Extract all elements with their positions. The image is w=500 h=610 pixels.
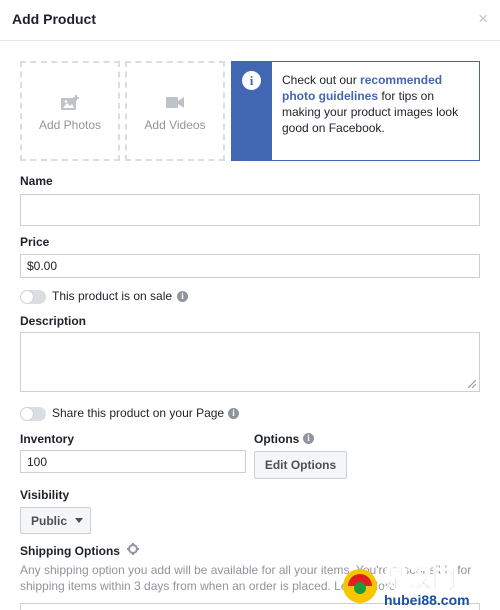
add-videos-label: Add Videos	[144, 118, 206, 132]
gear-icon[interactable]	[127, 543, 139, 555]
photo-tips-panel: i Check out our recommended photo guidel…	[231, 61, 480, 161]
video-camera-icon	[127, 95, 223, 113]
price-input[interactable]: $0.00	[20, 254, 480, 278]
chevron-down-icon	[75, 518, 84, 523]
shipping-label: Shipping Options	[20, 544, 120, 558]
close-icon[interactable]: ×	[478, 10, 488, 27]
share-on-page-label: Share this product on your Page	[52, 406, 225, 420]
site-watermark-logo: 楚汉网 hubei88.com	[340, 560, 500, 610]
sale-info-icon[interactable]: i	[177, 291, 188, 302]
visibility-label: Visibility	[20, 488, 70, 502]
name-input[interactable]	[20, 194, 480, 226]
tip-text: Check out our recommended photo guidelin…	[282, 72, 472, 136]
edit-options-button[interactable]: Edit Options	[254, 451, 347, 479]
add-videos-button[interactable]: Add Videos	[125, 61, 225, 161]
add-photos-button[interactable]: Add Photos	[20, 61, 120, 161]
description-label: Description	[20, 314, 87, 328]
on-sale-label: This product is on sale	[52, 289, 173, 303]
share-on-page-toggle[interactable]	[20, 407, 46, 421]
inventory-input[interactable]: 100	[20, 450, 246, 473]
tip-prefix: Check out our	[282, 73, 361, 87]
resize-handle-icon[interactable]	[468, 380, 476, 388]
tip-sidebar: i	[232, 62, 272, 160]
description-textarea[interactable]	[20, 332, 480, 392]
watermark-subtext: hubei88.com	[384, 592, 470, 608]
price-label: Price	[20, 235, 50, 249]
camera-plus-icon	[22, 95, 118, 113]
add-photos-label: Add Photos	[38, 118, 102, 132]
dialog-header: Add Product ×	[0, 0, 500, 41]
on-sale-toggle[interactable]	[20, 290, 46, 304]
options-info-icon[interactable]: i	[303, 433, 314, 444]
visibility-value: Public	[31, 513, 68, 528]
share-info-icon[interactable]: i	[228, 408, 239, 419]
visibility-dropdown[interactable]: Public	[20, 507, 91, 534]
options-label: Options	[254, 432, 300, 446]
dialog-title: Add Product	[12, 11, 96, 27]
info-icon: i	[242, 71, 261, 90]
inventory-label: Inventory	[20, 432, 75, 446]
name-label: Name	[20, 174, 53, 188]
watermark-text: 楚汉网	[384, 565, 456, 593]
